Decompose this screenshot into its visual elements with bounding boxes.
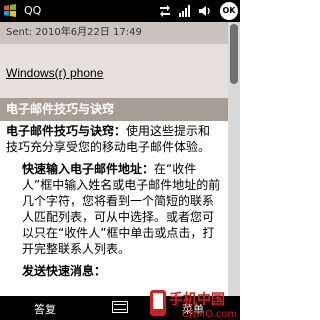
message-header: Sent: 2010年6月22日 17:49 Windows(r) phone (0, 22, 228, 98)
intro-bold: 电子邮件技巧与诀窍： (6, 124, 127, 138)
app-title: QQ (24, 4, 42, 17)
tip-bold: 快速输入电子邮件地址： (22, 162, 155, 176)
vertical-scrollbar[interactable] (228, 22, 240, 296)
watermark-site: CNMO.com (182, 309, 237, 320)
sync-icon[interactable] (158, 3, 172, 19)
status-icons (158, 3, 212, 19)
reply-softkey[interactable]: 答复 (34, 301, 56, 317)
signal-icon[interactable] (178, 3, 192, 19)
message-body[interactable]: 电子邮件技巧与诀窍 电子邮件技巧与诀窍：使用这些提示和技巧充分享受您的移动电子邮… (0, 98, 228, 296)
ok-button[interactable]: OK (220, 2, 238, 20)
tip-paragraph-partial: 发送快速消息： (22, 264, 107, 278)
message-subject-link[interactable]: Windows(r) phone (6, 66, 103, 80)
tip-paragraph: 快速输入电子邮件地址：在“收件人”框中输入姓名或电子邮件地址的前几个字符，您将看… (0, 155, 228, 257)
speaker-icon[interactable] (198, 3, 212, 19)
tip-text: 在“收件人”框中输入姓名或电子邮件地址的前几个字符，您将看到一个简短的联系人匹配… (22, 162, 221, 256)
windows-start-icon[interactable] (2, 3, 18, 19)
status-bar: QQ OK (0, 0, 240, 22)
section-title: 电子邮件技巧与诀窍 (0, 98, 228, 121)
sent-timestamp: Sent: 2010年6月22日 17:49 (0, 22, 228, 44)
intro-paragraph: 电子邮件技巧与诀窍：使用这些提示和技巧充分享受您的移动电子邮件体验。 (0, 121, 228, 155)
keyboard-icon[interactable] (112, 301, 128, 313)
watermark-brand: 手机中国 (169, 291, 225, 308)
scrollbar-thumb[interactable] (230, 24, 238, 84)
cnmo-watermark-logo: 手机中国 CNMO.com (150, 290, 237, 320)
